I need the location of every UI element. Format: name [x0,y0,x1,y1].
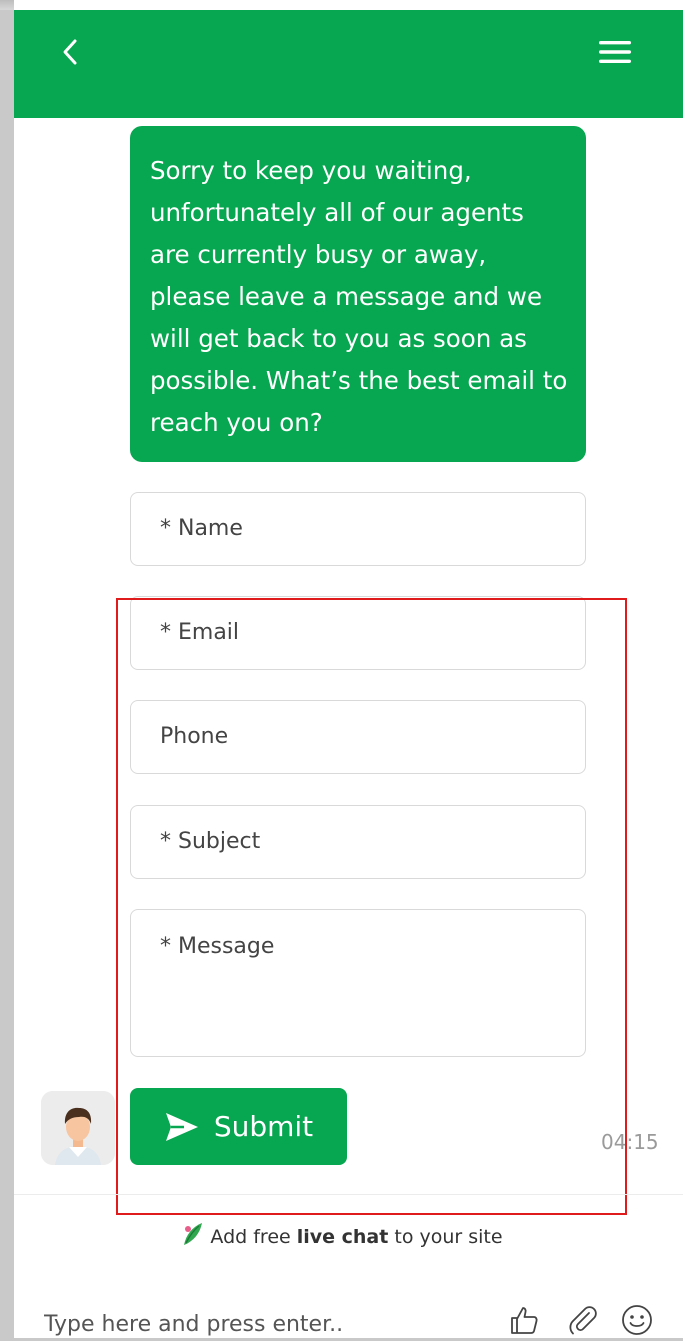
email-placeholder: * Email [160,620,240,645]
send-icon [165,1112,198,1141]
chevron-left-icon [63,39,77,65]
message-line: possible. What’s the best email to [150,366,568,395]
submit-label: Submit [213,1110,314,1143]
name-field[interactable]: * Name [130,492,586,566]
message-line: are currently busy or away, [150,240,487,269]
branding-bold: live chat [296,1226,389,1248]
message-placeholder: * Message [160,934,275,959]
subject-field[interactable]: * Subject [130,805,586,879]
attach-button[interactable] [565,1302,601,1338]
smiley-icon [622,1305,652,1335]
submit-button[interactable]: Submit [130,1088,347,1165]
agent-message-bubble: Sorry to keep you waiting, unfortunately… [130,126,586,462]
message-line: reach you on? [150,408,323,437]
message-field[interactable]: * Message [130,909,586,1057]
thumbs-up-icon [511,1307,538,1334]
hamburger-menu-icon [599,41,631,63]
footer-divider [14,1194,683,1195]
person-avatar-icon [41,1091,115,1165]
phone-field[interactable]: Phone [130,700,586,774]
agent-avatar [41,1091,115,1165]
thumbs-up-button[interactable] [506,1302,542,1338]
message-timestamp: 04:15 [601,1130,659,1154]
leaf-logo-icon [184,1223,203,1245]
paperclip-icon [569,1306,597,1335]
emoji-button[interactable] [619,1302,655,1338]
message-line: Sorry to keep you waiting, [150,156,472,185]
message-line: will get back to you as soon as [150,324,527,353]
chat-header [14,10,683,118]
email-field[interactable]: * Email [130,596,586,670]
back-button[interactable] [48,30,92,74]
branding-suffix: to your site [388,1226,503,1248]
message-line: unfortunately all of our agents [150,198,524,227]
subject-placeholder: * Subject [160,829,261,854]
phone-placeholder: Phone [160,724,229,749]
menu-button[interactable] [592,30,638,74]
name-placeholder: * Name [160,516,243,541]
branding-link[interactable]: Add free live chat to your site [0,1221,683,1248]
message-composer-input[interactable] [44,1307,474,1341]
branding-prefix: Add free [210,1226,297,1248]
message-line: please leave a message and we [150,282,543,311]
